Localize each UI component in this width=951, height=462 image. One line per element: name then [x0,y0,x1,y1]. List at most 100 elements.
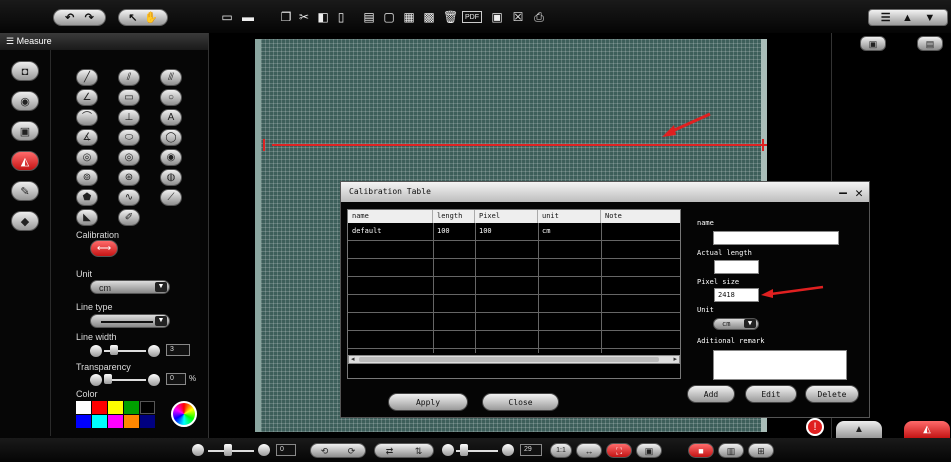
ellipse-tool-icon[interactable]: ⬭ [118,129,140,146]
measure-tab-icon[interactable]: ◭ [904,421,950,438]
pixel-size-field[interactable]: 2418 [714,288,759,302]
rectangle-tool-icon[interactable]: ▭ [118,89,140,106]
dialog-title-bar[interactable]: Calibration Table — ✕ [341,182,869,202]
undo-button[interactable]: ↶ [65,11,74,24]
color-swatch-black[interactable] [140,401,155,414]
text-tool-icon[interactable]: A [160,109,182,126]
column-header-name[interactable]: name [348,210,433,223]
add-button[interactable]: Add [687,385,735,403]
scan-icon[interactable]: ▬ [241,10,255,24]
column-header-note[interactable]: Note [601,210,680,223]
window-icon[interactable]: ▤ [362,10,376,24]
curve-tool-icon[interactable]: ∿ [118,189,140,206]
frame-value[interactable]: 29 [520,444,542,456]
concentric-tool-icon[interactable]: ◎ [76,149,98,166]
actual-length-field[interactable] [714,260,759,274]
frame-decrease-icon[interactable] [442,444,454,456]
actual-size-button[interactable]: 1:1 [550,443,572,458]
filter-icon[interactable]: ▼ [924,12,935,24]
single-layout-button[interactable]: ■ [688,443,714,458]
flip-vertical-button[interactable]: ⇅ [415,444,423,457]
fit-width-button[interactable]: ↔ [576,443,602,458]
window-icon[interactable]: ▣ [860,36,886,51]
line-width-increase-icon[interactable] [148,345,160,357]
center-circle-icon[interactable]: ◉ [160,149,182,166]
column-header-unit[interactable]: unit [538,210,601,223]
cut-icon[interactable]: ✂ [297,10,311,24]
quad-layout-button[interactable]: ⊞ [748,443,774,458]
dual-layout-button[interactable]: ▥ [718,443,744,458]
polygon-tool-icon[interactable]: ⬟ [76,189,98,206]
camera-module-icon[interactable]: ◉ [11,91,39,111]
color-swatch-navy[interactable] [140,415,155,428]
arc-tool-icon[interactable]: ⌒ [76,109,98,126]
circle-distance-icon[interactable]: ⊛ [118,169,140,186]
pan-hand-button[interactable]: ✋ [144,11,158,24]
transparency-decrease-icon[interactable] [90,374,102,386]
transparency-increase-icon[interactable] [148,374,160,386]
minimize-icon[interactable]: — [839,184,847,204]
close-icon[interactable]: ✕ [855,184,863,204]
flip-horizontal-button[interactable]: ⇄ [386,444,394,457]
point-tool-icon[interactable]: ◍ [160,169,182,186]
name-field[interactable] [713,231,839,245]
rotate-right-button[interactable]: ⟳ [348,444,356,457]
paste-icon[interactable]: ◧ [316,10,330,24]
three-point-circle-icon[interactable]: ◯ [160,129,182,146]
email-icon[interactable]: ▣ [490,10,504,24]
column-header-pixel[interactable]: Pixel [475,210,538,223]
unit-select[interactable]: cm ▼ [713,318,759,330]
zoom-in-icon[interactable] [258,444,270,456]
edit-button[interactable]: Edit [745,385,797,403]
color-swatch-white[interactable] [76,401,91,414]
capture-icon[interactable]: ▭ [220,10,234,24]
unit-select[interactable]: cm ▼ [90,280,170,294]
list-view-icon[interactable]: ☰ [881,11,891,24]
page-icon[interactable]: ▯ [334,10,348,24]
color-swatch-red[interactable] [92,401,107,414]
polyline-tool-icon[interactable]: ⟋ [160,189,182,206]
line-type-select[interactable]: ▼ [90,314,170,328]
save-as-icon[interactable]: ▩ [422,10,436,24]
eraser-module-icon[interactable]: ◆ [11,211,39,231]
color-swatch-cyan[interactable] [92,415,107,428]
zoom-out-icon[interactable] [192,444,204,456]
color-swatch-magenta[interactable] [108,415,123,428]
transparency-value[interactable]: 0 [166,373,186,385]
pdf-icon[interactable]: PDF [462,11,482,23]
circle-tool-icon[interactable]: ○ [160,89,182,106]
image-view-icon[interactable]: ▲ [902,12,913,24]
zoom-slider-handle[interactable] [224,444,232,456]
frame-increase-icon[interactable] [502,444,514,456]
menu-icon[interactable]: ☰ [6,36,14,46]
redo-button[interactable]: ↷ [85,11,94,24]
screen-icon[interactable]: ▢ [382,10,396,24]
parallel-line-tool-icon[interactable]: ⫽ [118,69,140,86]
alert-icon[interactable]: ! [806,418,824,436]
copy-icon[interactable]: ❐ [279,10,293,24]
transparency-slider-handle[interactable] [104,374,112,384]
color-swatch-orange[interactable] [124,415,139,428]
double-circle-icon[interactable]: ◎ [118,149,140,166]
select-pointer-button[interactable]: ↖ [128,11,137,24]
color-swatch-green[interactable] [124,401,139,414]
remark-field[interactable] [713,350,847,380]
color-wheel-icon[interactable] [171,401,197,427]
horizontal-scrollbar[interactable]: ◂ ▸ [348,355,680,364]
delete-button[interactable]: Delete [805,385,859,403]
wrench-module-icon[interactable]: ✎ [11,181,39,201]
two-circle-distance-icon[interactable]: ⊚ [76,169,98,186]
scrollbar-thumb[interactable] [359,357,659,362]
scroll-left-icon[interactable]: ◂ [351,355,355,363]
image-tab-icon[interactable]: ▲ [836,421,882,438]
rotate-left-button[interactable]: ⟲ [321,444,329,457]
print-icon[interactable]: ⎙ [532,10,546,24]
close-button[interactable]: Close [482,393,559,411]
measure-line[interactable] [272,144,767,146]
zoom-value[interactable]: 0 [276,444,296,456]
line-width-decrease-icon[interactable] [90,345,102,357]
freehand-tool-icon[interactable]: ✐ [118,209,140,226]
line-width-slider-handle[interactable] [110,345,118,355]
line-tool-icon[interactable]: ╱ [76,69,98,86]
image-module-icon[interactable]: ▣ [11,121,39,141]
